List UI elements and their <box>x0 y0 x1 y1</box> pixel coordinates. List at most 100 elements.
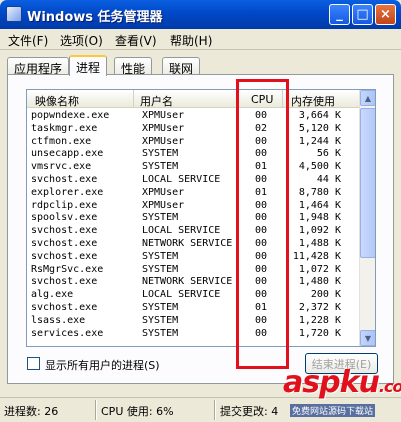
table-row[interactable]: svchost.exe LOCAL SERVICE 00 44 K <box>27 174 360 187</box>
table-row[interactable]: rdpclip.exe XPMUser 00 1,464 K <box>27 200 360 213</box>
status-process-count: 进程数: 26 <box>4 405 59 418</box>
process-cpu: 01 <box>255 161 268 173</box>
title-bar[interactable]: Windows 任务管理器 _ □ × <box>0 0 401 29</box>
process-name: ctfmon.exe <box>31 135 92 147</box>
process-name: vmsrvc.exe <box>31 161 92 173</box>
scroll-thumb[interactable] <box>360 108 375 258</box>
process-name: explorer.exe <box>31 186 104 198</box>
process-cpu: 00 <box>255 199 268 211</box>
process-cpu: 00 <box>255 212 268 224</box>
watermark-caption: 免费网站源码下载站 <box>290 404 376 417</box>
process-cpu: 00 <box>255 250 268 262</box>
table-row[interactable]: RsMgrSvc.exe SYSTEM 00 1,072 K <box>27 264 360 277</box>
process-user: SYSTEM <box>142 161 179 173</box>
process-user: XPMUser <box>142 110 185 121</box>
process-memory: 2,372 K <box>298 302 341 313</box>
menu-bar: 文件(F) 选项(O) 查看(V) 帮助(H) <box>0 29 401 50</box>
process-cpu: 00 <box>255 327 268 339</box>
window-title: Windows 任务管理器 <box>27 10 163 25</box>
tab-performance[interactable]: 性能 <box>114 57 153 76</box>
table-row[interactable]: spoolsv.exe SYSTEM 00 1,948 K <box>27 212 360 225</box>
table-row[interactable]: taskmgr.exe XPMUser 02 5,120 K <box>27 123 360 136</box>
process-name: svchost.exe <box>31 302 98 313</box>
process-name: svchost.exe <box>31 174 98 185</box>
process-memory: 44 K <box>316 174 341 185</box>
process-user: LOCAL SERVICE <box>142 225 221 237</box>
process-memory: 1,228 K <box>298 314 341 326</box>
process-user: XPMUser <box>142 186 185 198</box>
process-name: spoolsv.exe <box>31 212 98 224</box>
process-cpu: 00 <box>255 314 268 326</box>
process-cpu: 00 <box>255 289 268 301</box>
tab-networking[interactable]: 联网 <box>162 57 201 76</box>
table-row[interactable]: vmsrvc.exe SYSTEM 01 4,500 K <box>27 161 360 174</box>
taskmgr-icon <box>6 6 22 22</box>
table-row[interactable]: svchost.exe SYSTEM 00 11,428 K <box>27 251 360 264</box>
table-row[interactable]: svchost.exe NETWORK SERVICE 00 1,488 K <box>27 238 360 251</box>
process-user: SYSTEM <box>142 314 179 326</box>
table-row[interactable]: explorer.exe XPMUser 01 8,780 K <box>27 187 360 200</box>
process-cpu: 00 <box>255 110 268 121</box>
process-user: SYSTEM <box>142 327 179 339</box>
process-user: SYSTEM <box>142 263 179 275</box>
scroll-down-icon[interactable]: ▼ <box>360 330 375 346</box>
watermark-suffix: .com <box>378 377 401 396</box>
show-all-users-checkbox[interactable] <box>27 357 40 370</box>
process-user: XPMUser <box>142 135 185 147</box>
maximize-button[interactable]: □ <box>352 4 373 25</box>
table-row[interactable]: unsecapp.exe SYSTEM 00 56 K <box>27 148 360 161</box>
column-image-name[interactable]: 映像名称 <box>27 90 134 108</box>
process-cpu: 00 <box>255 148 268 160</box>
menu-file[interactable]: 文件(F) <box>8 32 48 49</box>
process-user: XPMUser <box>142 199 185 211</box>
process-memory: 3,664 K <box>298 110 341 121</box>
process-cpu: 00 <box>255 225 268 237</box>
process-user: SYSTEM <box>142 302 179 313</box>
process-user: LOCAL SERVICE <box>142 174 221 185</box>
scroll-up-icon[interactable]: ▲ <box>360 90 375 106</box>
process-name: popwndexe.exe <box>31 110 110 121</box>
table-row[interactable]: services.exe SYSTEM 00 1,720 K <box>27 328 360 341</box>
process-name: rdpclip.exe <box>31 199 98 211</box>
vertical-scrollbar[interactable]: ▲ ▼ <box>359 90 375 346</box>
process-user: LOCAL SERVICE <box>142 289 221 301</box>
table-row[interactable]: popwndexe.exe XPMUser 00 3,664 K <box>27 110 360 123</box>
table-row[interactable]: lsass.exe SYSTEM 00 1,228 K <box>27 315 360 328</box>
process-name: svchost.exe <box>31 238 98 249</box>
process-user: SYSTEM <box>142 212 179 224</box>
close-button[interactable]: × <box>375 4 396 25</box>
table-row[interactable]: alg.exe LOCAL SERVICE 00 200 K <box>27 289 360 302</box>
process-name: svchost.exe <box>31 225 98 237</box>
table-row[interactable]: ctfmon.exe XPMUser 00 1,244 K <box>27 136 360 149</box>
minimize-button[interactable]: _ <box>329 4 350 25</box>
process-cpu: 00 <box>255 135 268 147</box>
process-cpu: 01 <box>255 186 268 198</box>
show-all-users-label[interactable]: 显示所有用户的进程(S) <box>45 357 160 373</box>
column-user-name[interactable]: 用户名 <box>134 90 237 108</box>
process-memory: 11,428 K <box>292 250 341 262</box>
table-row[interactable]: svchost.exe LOCAL SERVICE 00 1,092 K <box>27 225 360 238</box>
process-memory: 1,720 K <box>298 327 341 339</box>
site-watermark: aspku.com <box>283 365 401 400</box>
process-cpu: 00 <box>255 263 268 275</box>
process-memory: 4,500 K <box>298 161 341 173</box>
process-memory: 56 K <box>316 148 341 160</box>
process-user: NETWORK SERVICE <box>142 276 233 288</box>
process-name: taskmgr.exe <box>31 122 98 134</box>
process-memory: 5,120 K <box>298 122 341 134</box>
process-name: RsMgrSvc.exe <box>31 263 104 275</box>
column-cpu[interactable]: CPU <box>237 90 283 108</box>
tab-applications[interactable]: 应用程序 <box>7 57 70 76</box>
process-list[interactable]: 映像名称 用户名 CPU 内存使用 popwndexe.exe XPMUser 00… <box>26 89 376 347</box>
process-name: svchost.exe <box>31 250 98 262</box>
menu-view[interactable]: 查看(V) <box>115 32 157 49</box>
process-memory: 1,244 K <box>298 135 341 147</box>
tab-processes[interactable]: 进程 <box>69 55 108 76</box>
process-user: XPMUser <box>142 122 185 134</box>
table-row[interactable]: svchost.exe SYSTEM 01 2,372 K <box>27 302 360 315</box>
column-memory[interactable]: 内存使用 <box>283 90 360 108</box>
table-row[interactable]: svchost.exe NETWORK SERVICE 00 1,480 K <box>27 276 360 289</box>
process-name: svchost.exe <box>31 276 98 288</box>
menu-help[interactable]: 帮助(H) <box>170 32 212 49</box>
menu-options[interactable]: 选项(O) <box>60 32 103 49</box>
